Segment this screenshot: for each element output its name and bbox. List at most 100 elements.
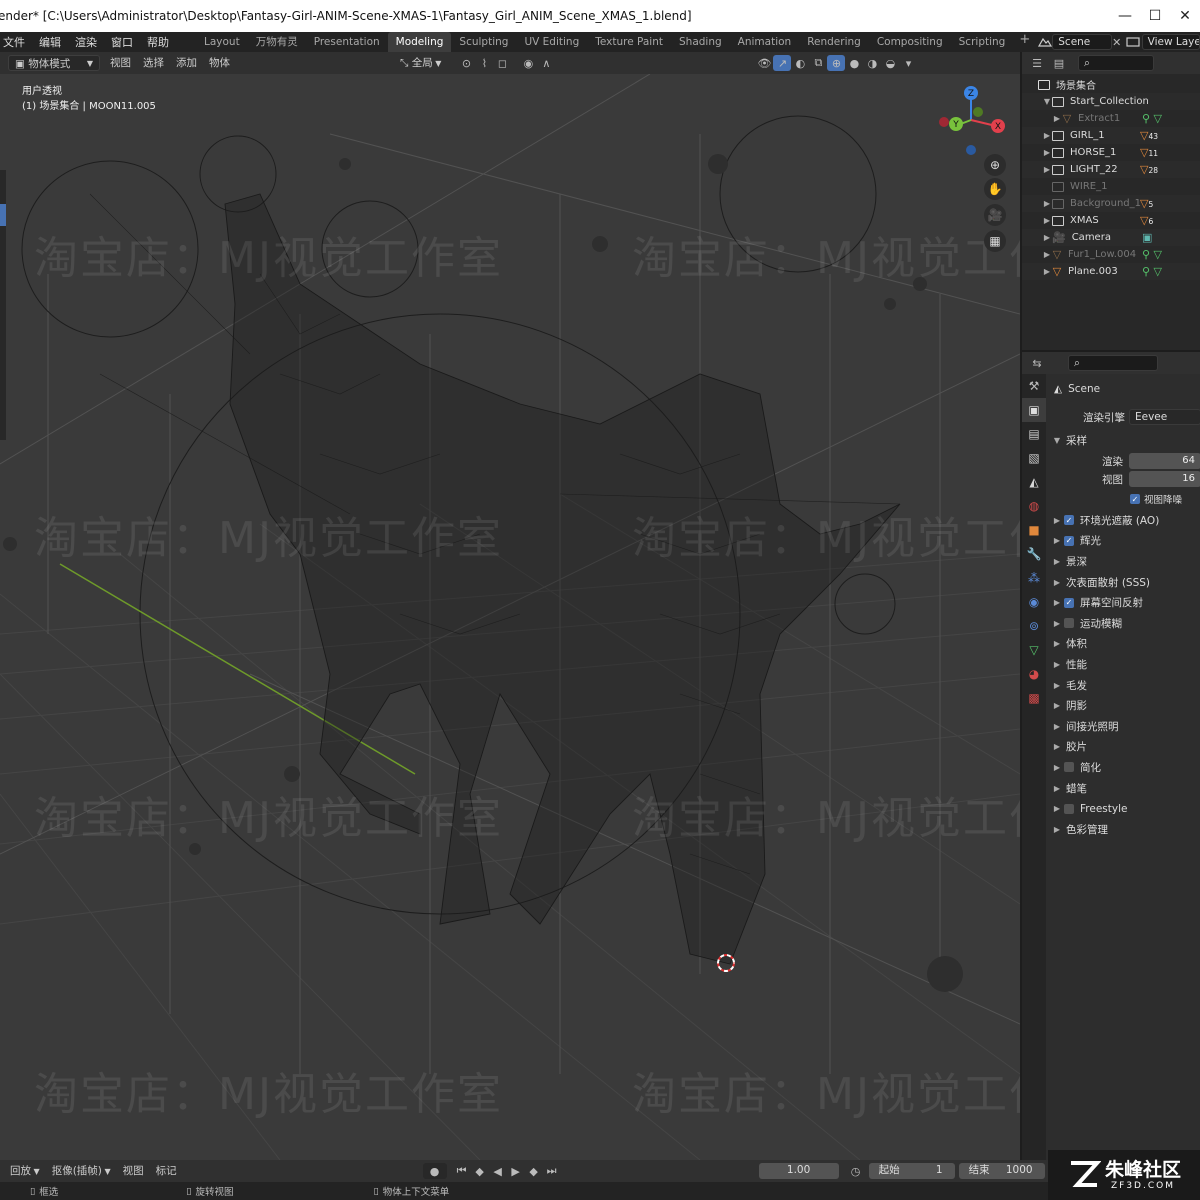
outliner-item[interactable]: ▶ ▽ Fur1_Low.004 ⚲ ▽ [1022,246,1200,263]
menu-window[interactable]: 窗口 [104,34,140,50]
panel-header[interactable]: ▶ 次表面散射 (SSS) [1046,572,1200,593]
jump-end-icon[interactable]: ⏭ [543,1163,561,1179]
constraint-properties-icon[interactable]: ⊚ [1022,614,1046,638]
current-frame-field[interactable]: 1.00 [758,1163,839,1179]
object-properties-icon[interactable]: ■ [1022,518,1046,542]
camera-data-icon[interactable]: ▣ [1142,231,1152,244]
menu-object[interactable]: 物体 [203,55,236,71]
pivot-point-icon[interactable]: ⊙ [457,55,475,71]
output-properties-icon[interactable]: ▤ [1022,422,1046,446]
playback-menu[interactable]: 回放 ▼ [4,1163,46,1179]
tab-shading[interactable]: Shading [671,32,730,52]
visibility-icon[interactable]: 👁 [755,55,773,71]
add-workspace-button[interactable]: + [1013,32,1036,52]
outliner-item[interactable]: ▶ XMAS ▽6 [1022,212,1200,229]
panel-enable-checkbox[interactable] [1064,803,1074,814]
snap-target-icon[interactable]: ◻ [493,55,511,71]
pan-hand-icon[interactable]: ✋ [984,178,1006,200]
maximize-button[interactable]: ☐ [1140,0,1170,32]
toolbar-strip[interactable] [0,170,6,440]
outliner-search-input[interactable]: ⌕ [1078,55,1154,71]
navigation-gizmo[interactable]: Z X Y [936,80,1006,160]
panel-header[interactable]: ▶ 体积 [1046,634,1200,655]
panel-header[interactable]: ▶ Freestyle [1046,798,1200,819]
panel-header[interactable]: ▶ 蜡笔 [1046,778,1200,799]
panel-header[interactable]: ▶ 运动模糊 [1046,613,1200,634]
play-reverse-icon[interactable]: ◀ [489,1163,507,1179]
chevron-right-icon[interactable]: ▶ [1042,165,1052,174]
properties-editor-icon[interactable]: ⇆ [1028,355,1046,371]
perspective-grid-icon[interactable]: ▦ [984,230,1006,252]
outliner-item[interactable]: ▶ ▽ Extract1 ⚲ ▽ [1022,110,1200,127]
particle-properties-icon[interactable]: ⁂ [1022,566,1046,590]
outliner-item[interactable]: ▶ HORSE_1 ▽11 [1022,144,1200,161]
falloff-icon[interactable]: ∧ [537,55,555,71]
outliner-item[interactable]: ▼ Start_Collection [1022,93,1200,110]
panel-enable-checkbox[interactable]: ✓ [1064,597,1074,608]
render-engine-dropdown[interactable]: Eevee [1129,409,1200,425]
panel-enable-checkbox[interactable] [1064,762,1074,773]
tab-layout[interactable]: Layout [196,32,248,52]
tab-compositing[interactable]: Compositing [869,32,951,52]
panel-header[interactable]: ▶ 毛发 [1046,675,1200,696]
view-layer-icon[interactable] [1126,34,1140,50]
mesh-data-icon[interactable]: ⚲ ▽ [1142,248,1162,261]
properties-search-input[interactable]: ⌕ [1068,355,1158,371]
display-mode-icon[interactable]: ▤ [1050,55,1068,71]
panel-header[interactable]: ▶ 阴影 [1046,695,1200,716]
shading-options-icon[interactable]: ▾ [899,55,917,71]
panel-header[interactable]: ▶ 色彩管理 [1046,819,1200,840]
wireframe-shading-icon[interactable]: ⊕ [827,55,846,71]
xray-toggle-icon[interactable]: ⧉ [809,55,827,71]
data-properties-icon[interactable]: ▽ [1022,638,1046,662]
chevron-right-icon[interactable]: ▶ [1042,250,1052,259]
menu-render[interactable]: 渲染 [68,34,104,50]
clock-icon[interactable]: ◷ [847,1163,865,1179]
tab-presentation[interactable]: Presentation [306,32,388,52]
menu-view[interactable]: 视图 [104,55,137,71]
tab-modeling[interactable]: Modeling [387,32,452,52]
solid-shading-icon[interactable]: ● [845,55,863,71]
zoom-icon[interactable]: ⊕ [984,154,1006,176]
gizmo-toggle-icon[interactable]: ↗ [773,55,792,71]
mode-dropdown[interactable]: ▣ 物体模式 ▼ [8,55,100,71]
start-frame-field[interactable]: 起始 1 [868,1163,955,1179]
sampling-viewport-field[interactable]: 16 [1129,471,1200,487]
tab-rendering[interactable]: Rendering [799,32,869,52]
next-keyframe-icon[interactable]: ◆ [525,1163,543,1179]
chevron-right-icon[interactable]: ▶ [1042,216,1052,225]
scene-properties-icon[interactable]: ◭ [1022,470,1046,494]
material-properties-icon[interactable]: ◕ [1022,662,1046,686]
panel-header[interactable]: ▶ ✓ 环境光遮蔽 (AO) [1046,510,1200,531]
chevron-right-icon[interactable]: ▶ [1052,114,1062,123]
outliner-item[interactable]: WIRE_1 [1022,178,1200,195]
outliner-item[interactable]: ▶ 🎥 Camera ▣ [1022,229,1200,246]
panel-enable-checkbox[interactable]: ✓ [1064,535,1074,546]
chevron-right-icon[interactable]: ▶ [1042,131,1052,140]
play-icon[interactable]: ▶ [507,1163,525,1179]
tab-wanwu[interactable]: 万物有灵 [248,32,306,52]
keying-menu[interactable]: 抠像(插帧) ▼ [46,1163,117,1179]
menu-edit[interactable]: 编辑 [32,34,68,50]
end-frame-field[interactable]: 结束 1000 [958,1163,1045,1179]
chevron-down-icon[interactable]: ▼ [1042,97,1052,106]
view-layer-selector[interactable]: View Layer [1141,34,1200,50]
world-properties-icon[interactable]: ◍ [1022,494,1046,518]
prev-keyframe-icon[interactable]: ◆ [471,1163,489,1179]
menu-help[interactable]: 帮助 [140,34,176,50]
tab-texture-paint[interactable]: Texture Paint [587,32,671,52]
tab-uv-editing[interactable]: UV Editing [516,32,587,52]
panel-header[interactable]: ▶ 景深 [1046,551,1200,572]
panel-header[interactable]: ▶ ✓ 屏幕空间反射 [1046,592,1200,613]
record-icon[interactable]: ● [422,1163,447,1179]
panel-header[interactable]: ▶ ✓ 辉光 [1046,531,1200,552]
timeline-view-menu[interactable]: 视图 [117,1163,150,1179]
timeline-marker-menu[interactable]: 标记 [150,1163,183,1179]
outliner-item[interactable]: ▶ LIGHT_22 ▽28 [1022,161,1200,178]
transform-orientation-dropdown[interactable]: ⤡ 全局 ▼ [394,55,447,71]
outliner-item[interactable]: ▶ GIRL_1 ▽43 [1022,127,1200,144]
mesh-data-icon[interactable]: ⚲ ▽ [1142,112,1162,125]
outliner-editor-type-icon[interactable]: ☰ [1028,55,1046,71]
viewport-denoise-checkbox[interactable]: ✓ 视图降噪 [1130,492,1182,506]
overlay-toggle-icon[interactable]: ◐ [791,55,809,71]
